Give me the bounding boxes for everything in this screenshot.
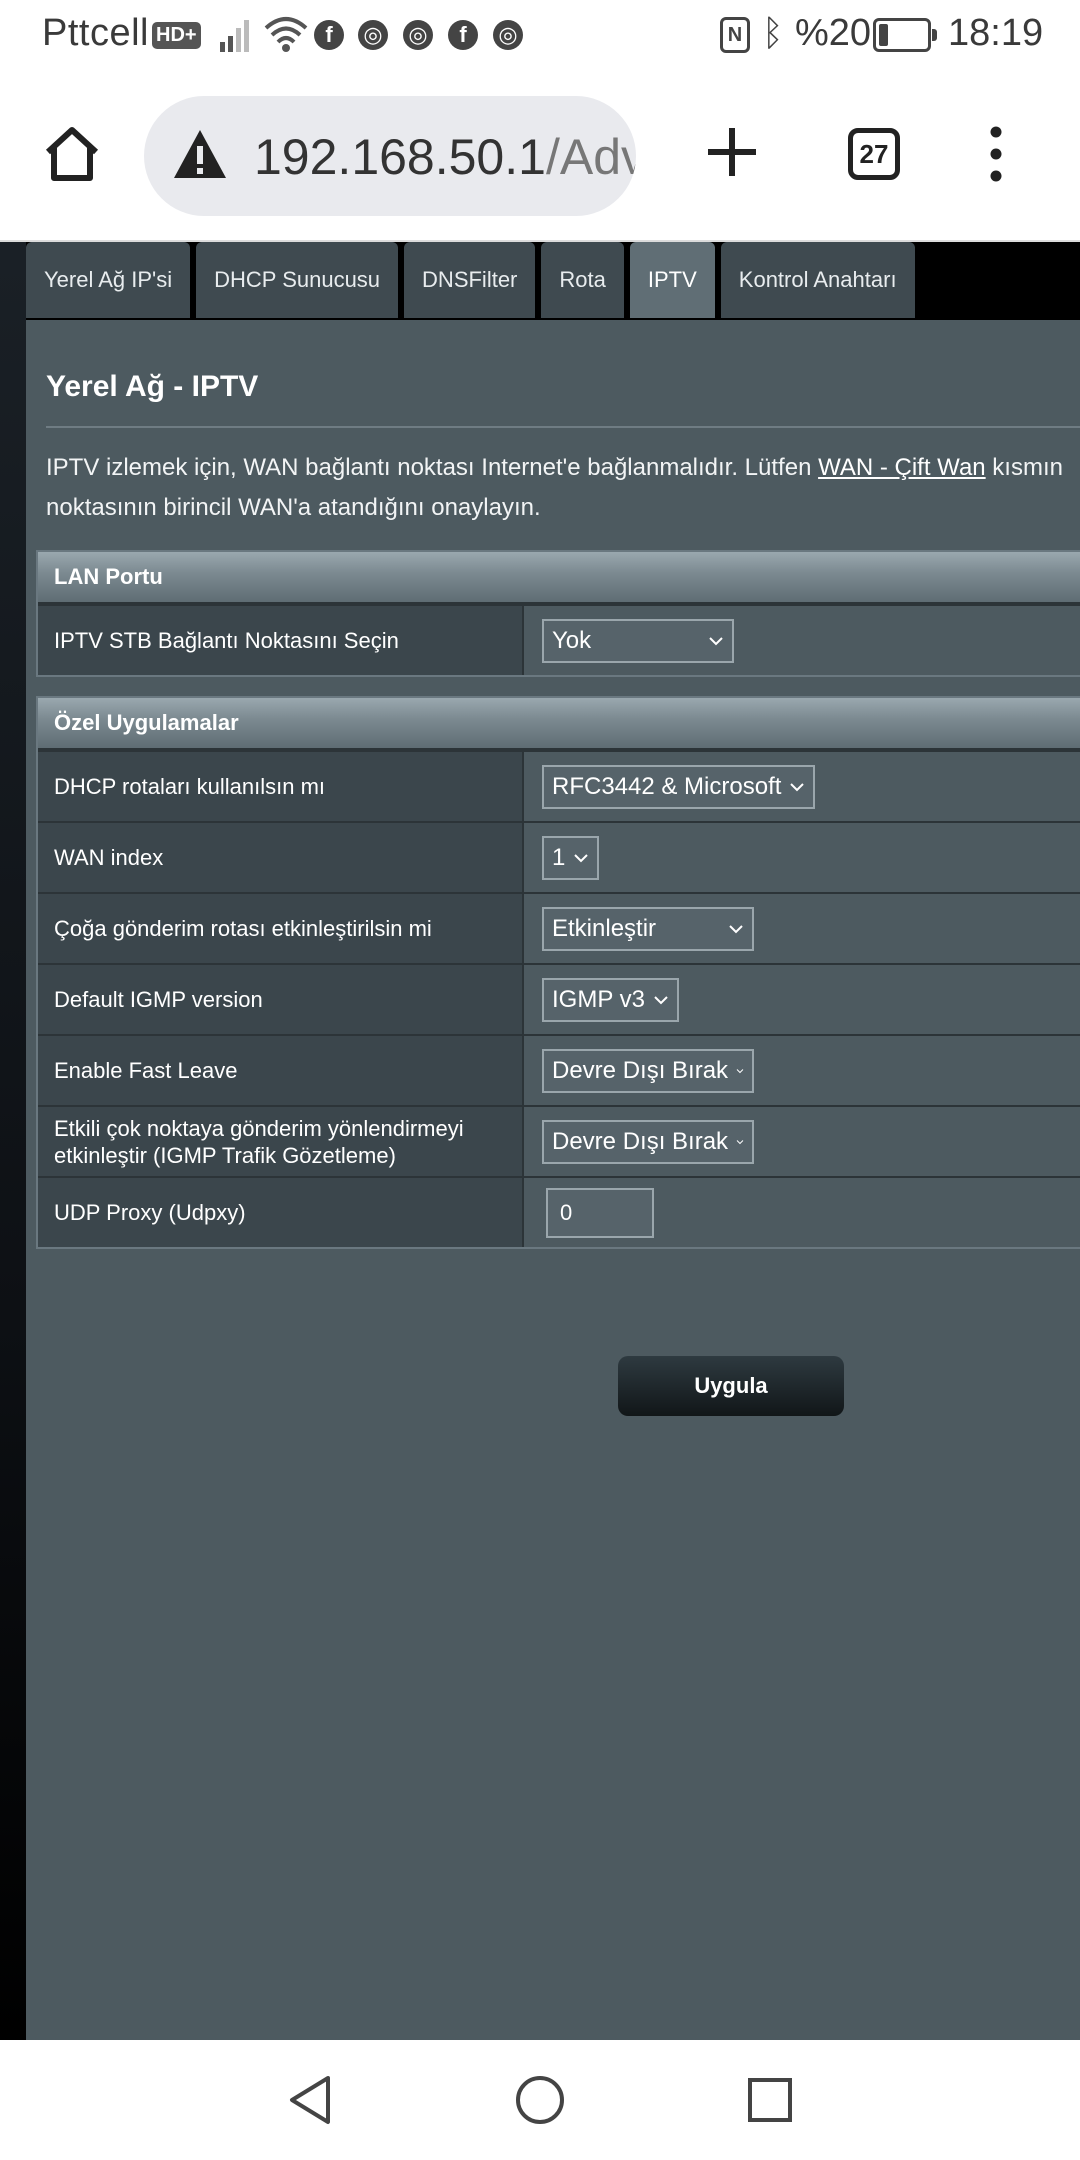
facebook-icon: f: [314, 20, 344, 50]
igmp-snooping-select[interactable]: Devre Dışı Bırak: [542, 1119, 754, 1164]
dhcp-routes-select[interactable]: RFC3442 & Microsoft: [542, 764, 816, 809]
lan-port-header: LAN Portu: [38, 552, 1080, 604]
tab-route[interactable]: Rota: [541, 242, 624, 318]
tab-switcher-button[interactable]: 27: [848, 128, 900, 180]
wan-dual-wan-link[interactable]: WAN - Çift Wan: [818, 454, 986, 481]
address-bar[interactable]: 192.168.50.1/Adv: [144, 96, 636, 216]
new-tab-icon[interactable]: [700, 120, 764, 184]
overflow-menu-icon[interactable]: [980, 122, 1012, 186]
tab-dnsfilter[interactable]: DNSFilter: [404, 242, 536, 318]
iptv-stb-port-label: IPTV STB Bağlantı Noktasını Seçin: [38, 606, 524, 675]
select-value: Devre Dışı Bırak: [552, 1056, 729, 1084]
chevron-down-icon: [736, 1068, 744, 1073]
table-row: IPTV STB Bağlantı Noktasını Seçin Yok: [38, 604, 1080, 675]
nfc-icon: N: [720, 17, 750, 53]
battery-level-fill: [879, 24, 888, 46]
iptv-description: IPTV izlemek için, WAN bağlantı noktası …: [46, 448, 1080, 528]
chrome-icon: ◎: [358, 20, 388, 50]
special-apps-table: Özel Uygulamalar DHCP rotaları kullanıls…: [36, 696, 1080, 1249]
select-value: Etkinleştir: [552, 914, 657, 942]
chevron-down-icon: [709, 636, 723, 645]
lan-port-table: LAN Portu IPTV STB Bağlantı Noktasını Se…: [36, 550, 1080, 677]
chrome-icon: ◎: [493, 20, 523, 50]
table-row: WAN index 1: [38, 821, 1080, 892]
navigation-bar: [0, 2040, 1080, 2160]
igmp-version-label: Default IGMP version: [38, 965, 524, 1034]
chrome-icon: ◎: [403, 20, 433, 50]
wifi-icon: [264, 17, 308, 52]
table-row: UDP Proxy (Udpxy): [38, 1176, 1080, 1247]
back-icon[interactable]: [284, 2074, 336, 2126]
apply-button[interactable]: Uygula: [618, 1356, 844, 1416]
title-divider: [46, 426, 1080, 428]
table-row: Default IGMP version IGMP v3: [38, 963, 1080, 1034]
url-text: 192.168.50.1/Adv: [254, 128, 636, 186]
iptv-stb-port-select[interactable]: Yok: [542, 618, 734, 663]
table-row: Çoğa gönderim rotası etkinleştirilsin mi…: [38, 892, 1080, 963]
udp-proxy-label: UDP Proxy (Udpxy): [38, 1178, 524, 1247]
web-page: Yerel Ağ IP'si DHCP Sunucusu DNSFilter R…: [0, 242, 1080, 2040]
tab-iptv[interactable]: IPTV: [629, 242, 715, 318]
description-text-line2: noktasının birincil WAN'a atandığını ona…: [46, 494, 541, 521]
special-apps-header: Özel Uygulamalar: [38, 698, 1080, 750]
dhcp-routes-label: DHCP rotaları kullanılsın mı: [38, 752, 524, 821]
chevron-down-icon: [574, 853, 589, 862]
chevron-down-icon: [736, 1139, 744, 1144]
chevron-down-icon: [729, 924, 743, 933]
tab-lan-ip[interactable]: Yerel Ağ IP'si: [26, 242, 191, 318]
status-bar: Pttcell HD+ f ◎ ◎ f ◎ N ᛒ %20 18:19: [0, 0, 1080, 72]
tab-switch-control[interactable]: Kontrol Anahtarı: [720, 242, 915, 318]
description-text-cont: kısmın: [985, 454, 1063, 481]
home-circle-icon[interactable]: [514, 2074, 566, 2126]
select-value: Yok: [552, 626, 592, 654]
chevron-down-icon: [654, 995, 668, 1004]
multicast-route-label: Çoğa gönderim rotası etkinleştirilsin mi: [38, 894, 524, 963]
table-row: Enable Fast Leave Devre Dışı Bırak: [38, 1034, 1080, 1105]
signal-icon: [220, 20, 249, 52]
browser-toolbar: 192.168.50.1/Adv 27: [0, 72, 1080, 242]
clock: 18:19: [948, 12, 1044, 54]
recents-icon[interactable]: [744, 2074, 796, 2126]
page-side-strip: [0, 242, 26, 2040]
udp-proxy-input[interactable]: [546, 1187, 654, 1238]
select-value: 1: [552, 843, 566, 871]
carrier-name: Pttcell: [42, 12, 149, 54]
battery-percent: %20: [795, 12, 872, 54]
router-tab-bar: Yerel Ağ IP'si DHCP Sunucusu DNSFilter R…: [26, 242, 921, 320]
table-row: Etkili çok noktaya gönderim yönlendirmey…: [38, 1105, 1080, 1176]
facebook-icon: f: [448, 20, 478, 50]
select-value: Devre Dışı Bırak: [552, 1127, 729, 1155]
url-path: /Adv: [545, 129, 636, 185]
select-value: IGMP v3: [552, 985, 645, 1013]
settings-panel: Yerel Ağ - IPTV IPTV izlemek için, WAN b…: [26, 320, 1080, 2040]
chevron-down-icon: [790, 782, 805, 791]
battery-icon: [873, 18, 937, 52]
multicast-route-select[interactable]: Etkinleştir: [542, 906, 754, 951]
description-text: IPTV izlemek için, WAN bağlantı noktası …: [46, 454, 819, 481]
page-title: Yerel Ağ - IPTV: [46, 370, 259, 403]
wan-index-label: WAN index: [38, 823, 524, 892]
wan-index-select[interactable]: 1: [542, 835, 600, 880]
igmp-version-select[interactable]: IGMP v3: [542, 977, 679, 1022]
url-host: 192.168.50.1: [254, 129, 546, 185]
bluetooth-icon: ᛒ: [762, 12, 784, 53]
fast-leave-select[interactable]: Devre Dışı Bırak: [542, 1048, 754, 1093]
home-icon[interactable]: [40, 122, 104, 186]
table-row: DHCP rotaları kullanılsın mı RFC3442 & M…: [38, 750, 1080, 821]
tab-dhcp-server[interactable]: DHCP Sunucusu: [196, 242, 399, 318]
not-secure-warning-icon[interactable]: [172, 128, 228, 180]
fast-leave-label: Enable Fast Leave: [38, 1036, 524, 1105]
igmp-snooping-label: Etkili çok noktaya gönderim yönlendirmey…: [38, 1107, 524, 1176]
select-value: RFC3442 & Microsoft: [552, 772, 782, 800]
hd-badge: HD+: [152, 22, 201, 49]
